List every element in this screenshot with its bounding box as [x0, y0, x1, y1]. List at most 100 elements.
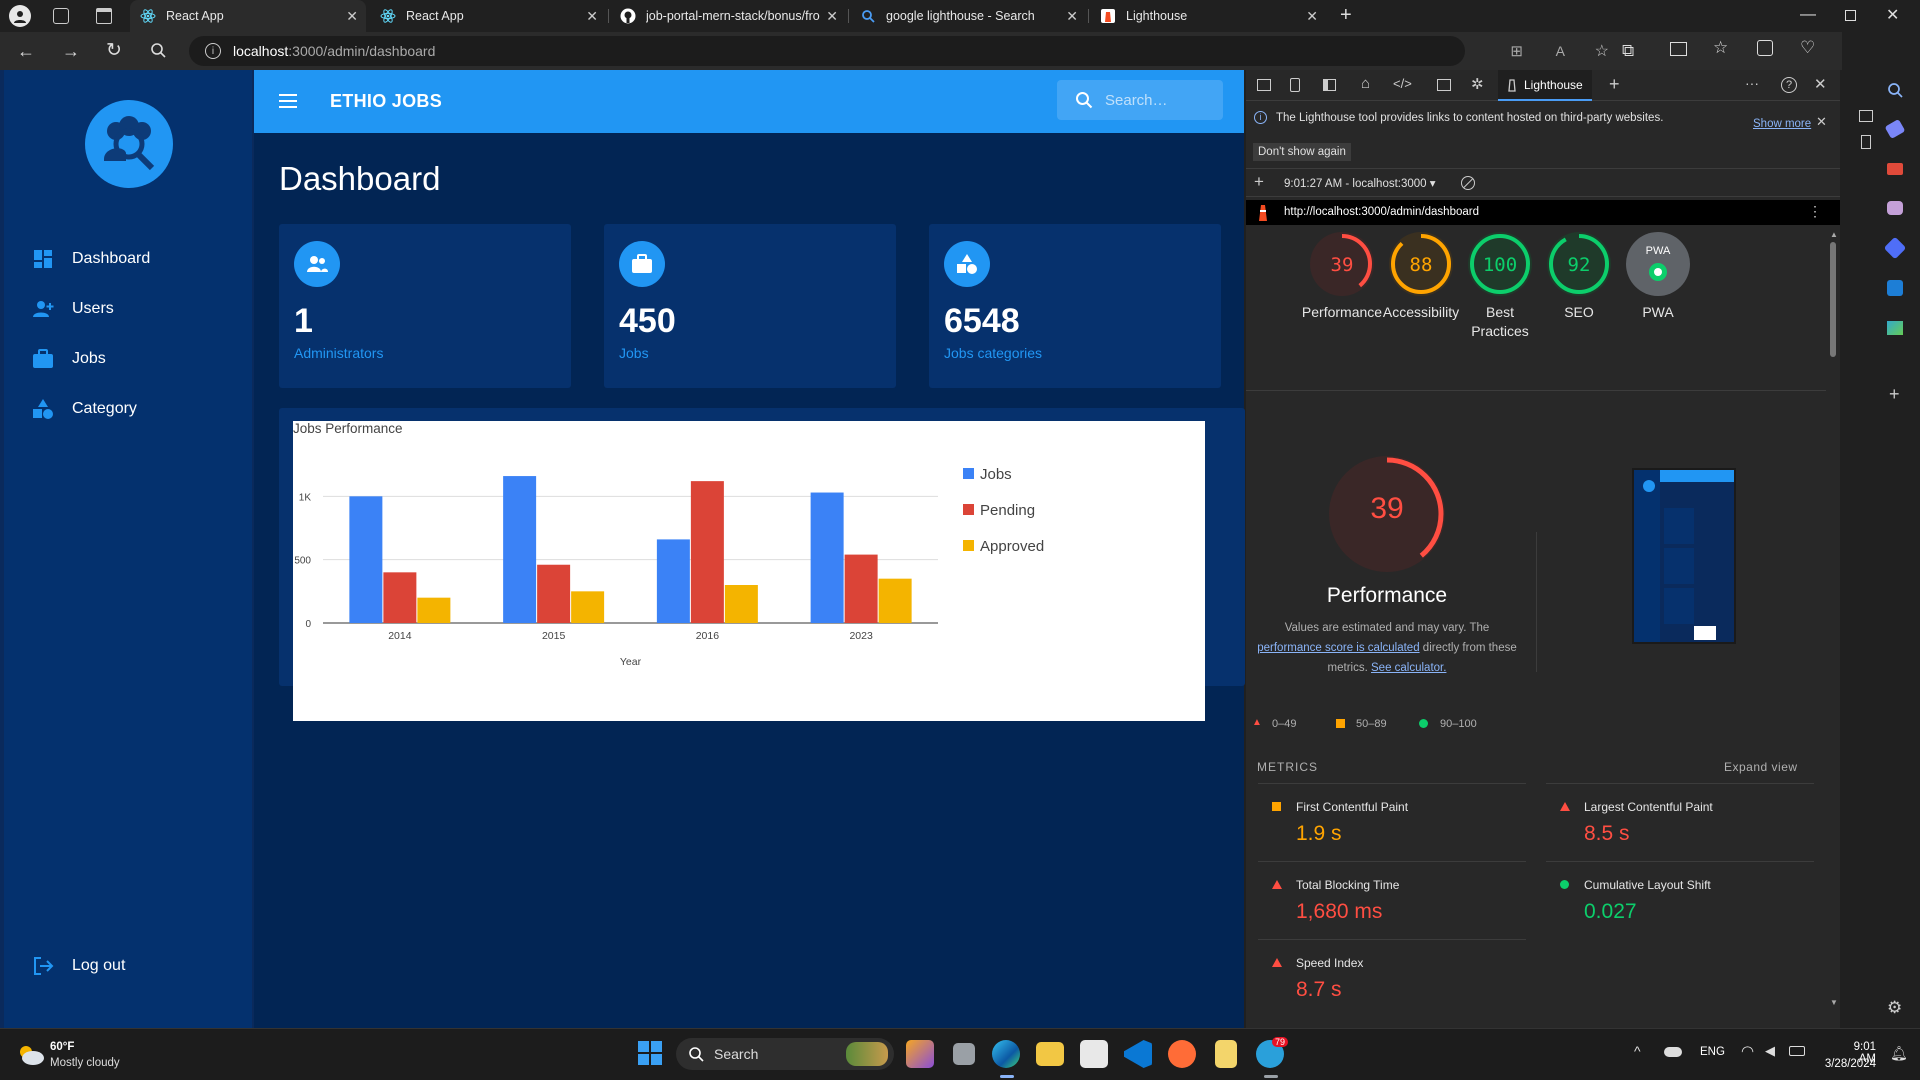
new-report-icon[interactable]: +	[1254, 172, 1264, 192]
notification-bell-icon[interactable]: 🔔︎	[1890, 1045, 1908, 1062]
device-toolbar-icon[interactable]	[1290, 78, 1300, 92]
score-gauge-performance[interactable]: 39 Performance	[1302, 230, 1382, 380]
search-icon[interactable]	[1887, 82, 1903, 98]
performance-icon[interactable]: ♡	[1800, 38, 1815, 58]
elements-icon[interactable]: </>	[1393, 76, 1412, 91]
edge-icon[interactable]	[992, 1040, 1020, 1068]
close-tab-icon[interactable]: ✕	[586, 8, 598, 25]
close-devtools-icon[interactable]: ✕	[1814, 75, 1827, 93]
sidebar-split-icon[interactable]	[1859, 110, 1873, 122]
battery-icon[interactable]	[1789, 1046, 1805, 1056]
console-icon[interactable]	[1437, 79, 1451, 91]
close-window-button[interactable]: ✕	[1886, 5, 1899, 25]
sidebar-item-users[interactable]: Users	[32, 294, 114, 324]
wifi-icon[interactable]: ◠	[1741, 1042, 1754, 1060]
dont-show-again-button[interactable]: Don't show again	[1253, 143, 1351, 161]
language-indicator[interactable]: ENG	[1700, 1046, 1725, 1058]
info-icon[interactable]: i	[205, 43, 221, 59]
debug-icon[interactable]: ✲	[1471, 75, 1484, 93]
onedrive-icon[interactable]	[1664, 1047, 1682, 1057]
clear-icon[interactable]	[1461, 176, 1475, 190]
volume-icon[interactable]: ◀	[1765, 1043, 1775, 1059]
profile-avatar[interactable]	[9, 5, 31, 27]
report-select[interactable]: 9:01:27 AM - localhost:3000 ▾	[1284, 176, 1436, 190]
welcome-icon[interactable]: ⌂	[1361, 75, 1370, 92]
outlook-icon[interactable]	[1887, 280, 1903, 296]
refresh-button[interactable]: ↻	[106, 39, 122, 62]
menu-icon[interactable]	[279, 94, 297, 108]
weather-widget[interactable]: 60°F Mostly cloudy	[16, 1039, 156, 1073]
shopping-tag-icon[interactable]	[1884, 118, 1906, 140]
show-hidden-icons-button[interactable]: ^	[1634, 1043, 1641, 1059]
score-gauge-seo[interactable]: 92 SEO	[1545, 230, 1613, 380]
help-icon[interactable]: ?	[1781, 77, 1797, 93]
search-input[interactable]: Search…	[1105, 92, 1168, 109]
tab-lighthouse[interactable]: Lighthouse ✕	[1090, 0, 1326, 32]
report-menu-icon[interactable]: ⋮	[1808, 203, 1822, 220]
lighthouse-icon	[1100, 8, 1116, 24]
close-tab-icon[interactable]: ✕	[1066, 8, 1078, 25]
file-explorer-icon[interactable]	[1036, 1042, 1064, 1066]
forward-button[interactable]: →	[62, 41, 80, 62]
collections-icon[interactable]	[1757, 40, 1773, 56]
perf-score-link[interactable]: performance score is calculated	[1257, 642, 1419, 654]
search-box[interactable]: Search…	[1057, 80, 1223, 120]
postman-icon[interactable]	[1168, 1040, 1196, 1068]
games-icon[interactable]	[1887, 201, 1903, 215]
vscode-icon[interactable]	[1124, 1040, 1152, 1068]
close-tab-icon[interactable]: ✕	[826, 8, 838, 25]
tab-react-app-2[interactable]: React App ✕	[370, 0, 606, 32]
copilot-app-icon[interactable]	[906, 1040, 934, 1068]
sidebar-item-category[interactable]: Category	[32, 394, 137, 424]
sidebar-item-dashboard[interactable]: Dashboard	[32, 244, 150, 274]
favorites-icon[interactable]: ☆	[1713, 38, 1728, 58]
close-info-icon[interactable]: ✕	[1816, 114, 1827, 130]
see-calculator-link[interactable]: See calculator.	[1371, 662, 1446, 674]
address-bar[interactable]: i localhost:3000/admin/dashboard ⊞ A ☆	[189, 36, 1609, 66]
sidebar-item-jobs[interactable]: Jobs	[32, 344, 106, 374]
score-gauges: 39 Performance 88 Accessibility 100 Best Prac…	[1246, 230, 1826, 380]
close-tab-icon[interactable]: ✕	[346, 8, 358, 25]
score-gauge-best-practices[interactable]: 100 Best Practices	[1466, 230, 1534, 380]
app-available-icon[interactable]: ⊞	[1510, 42, 1523, 60]
store-icon[interactable]	[1080, 1040, 1108, 1068]
expand-view-link[interactable]: Expand view	[1724, 760, 1798, 774]
restore-button[interactable]	[1845, 10, 1856, 21]
logout-button[interactable]: Log out	[32, 951, 125, 981]
telegram-icon[interactable]	[1887, 321, 1903, 335]
clock-date[interactable]: 3/28/2024	[1820, 1058, 1876, 1070]
inspect-icon[interactable]	[1257, 79, 1271, 91]
tools-icon[interactable]	[1887, 163, 1903, 175]
task-view-icon[interactable]	[953, 1043, 975, 1065]
new-tab-button[interactable]: +	[1340, 4, 1352, 27]
bar-jobs-2023	[810, 492, 844, 623]
tab-search[interactable]: google lighthouse - Search ✕	[850, 0, 1086, 32]
search-icon[interactable]	[150, 42, 166, 58]
tab-react-app-1[interactable]: React App ✕	[130, 0, 366, 32]
scrollbar[interactable]: ▲ ▼	[1828, 230, 1838, 1008]
score-gauge-accessibility[interactable]: 88 Accessibility	[1383, 230, 1459, 380]
taskbar-search[interactable]: Search	[676, 1038, 894, 1070]
read-aloud-icon[interactable]: A	[1556, 43, 1565, 59]
back-button[interactable]: ←	[17, 41, 35, 62]
notepad-icon[interactable]	[1215, 1040, 1237, 1068]
sidebar-toggle-icon[interactable]	[1323, 79, 1336, 91]
tab-github[interactable]: job-portal-mern-stack/bonus/fro ✕	[610, 0, 846, 32]
close-tab-icon[interactable]: ✕	[1306, 8, 1318, 25]
minimize-button[interactable]: —	[1800, 6, 1816, 24]
more-tools-icon[interactable]: ···	[1745, 75, 1759, 91]
favorite-star-icon[interactable]: ☆	[1595, 41, 1609, 61]
score-gauge-pwa[interactable]: PWA PWA	[1624, 230, 1692, 380]
microsoft365-icon[interactable]	[1883, 236, 1907, 260]
workspaces-icon[interactable]	[53, 8, 69, 24]
split-screen-icon[interactable]	[1670, 42, 1687, 56]
settings-gear-icon[interactable]: ⚙	[1887, 998, 1902, 1018]
sidebar-clipboard-icon[interactable]	[1861, 135, 1871, 149]
add-panel-button[interactable]: +	[1609, 74, 1620, 95]
start-button[interactable]	[638, 1041, 662, 1065]
tab-lighthouse-panel[interactable]: Lighthouse	[1498, 70, 1592, 101]
show-more-link[interactable]: Show more	[1753, 118, 1811, 130]
add-sidebar-app-icon[interactable]: +	[1889, 384, 1900, 405]
tab-actions-icon[interactable]	[96, 8, 112, 24]
extensions-icon[interactable]: ⧉	[1622, 41, 1634, 61]
